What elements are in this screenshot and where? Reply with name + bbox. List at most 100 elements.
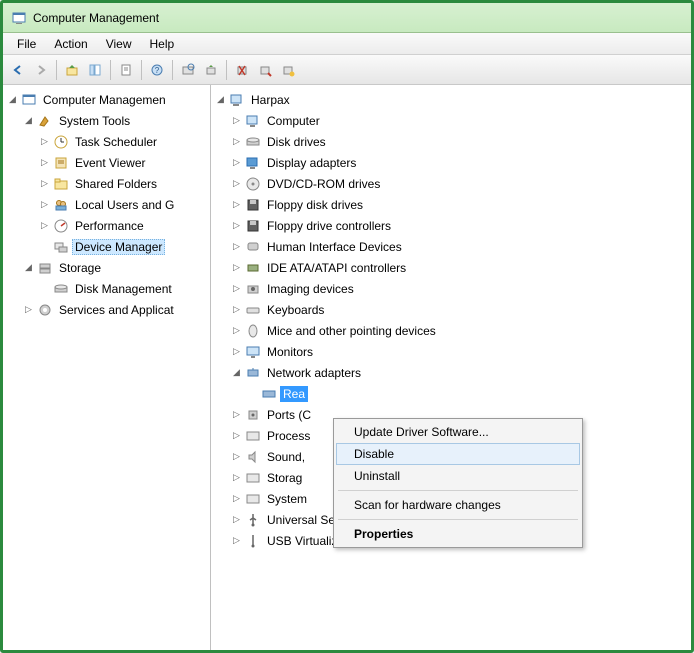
tree-label: Process bbox=[264, 428, 313, 444]
device-category[interactable]: ▷ Keyboards bbox=[231, 299, 691, 320]
toolbar-separator bbox=[172, 60, 173, 80]
expand-icon[interactable]: ▷ bbox=[231, 283, 242, 294]
expand-icon[interactable]: ▷ bbox=[231, 493, 242, 504]
menu-action[interactable]: Action bbox=[46, 35, 95, 53]
uninstall-button[interactable] bbox=[231, 59, 253, 81]
expand-icon[interactable]: ▷ bbox=[39, 199, 50, 210]
device-category[interactable]: ▷Computer bbox=[231, 110, 691, 131]
titlebar: Computer Management bbox=[3, 3, 691, 33]
expand-icon[interactable]: ▷ bbox=[231, 430, 242, 441]
menu-view[interactable]: View bbox=[98, 35, 140, 53]
tree-task-scheduler[interactable]: ▷ Task Scheduler bbox=[39, 131, 210, 152]
tree-label: Imaging devices bbox=[264, 281, 357, 297]
back-button[interactable] bbox=[7, 59, 29, 81]
device-icon bbox=[245, 344, 261, 360]
expand-icon[interactable]: ▷ bbox=[23, 304, 34, 315]
menu-file[interactable]: File bbox=[9, 35, 44, 53]
tree-label: Event Viewer bbox=[72, 155, 148, 171]
help-button[interactable]: ? bbox=[146, 59, 168, 81]
device-icon bbox=[245, 323, 261, 339]
expand-icon[interactable]: ▷ bbox=[39, 157, 50, 168]
device-icon bbox=[245, 512, 261, 528]
forward-button[interactable] bbox=[30, 59, 52, 81]
tree-performance[interactable]: ▷Performance bbox=[39, 215, 210, 236]
tree-shared-folders[interactable]: ▷Shared Folders bbox=[39, 173, 210, 194]
computer-management-icon bbox=[21, 92, 37, 108]
device-category[interactable]: ▷Mice and other pointing devices bbox=[231, 320, 691, 341]
tree-label: Disk drives bbox=[264, 134, 329, 150]
tree-disk-management[interactable]: ▷Disk Management bbox=[39, 278, 210, 299]
device-icon bbox=[245, 281, 261, 297]
device-category[interactable]: ▷Monitors bbox=[231, 341, 691, 362]
expand-icon[interactable]: ▷ bbox=[231, 136, 242, 147]
device-category[interactable]: ▷ Display adapters bbox=[231, 152, 691, 173]
device-icon bbox=[245, 302, 261, 318]
tree-local-users[interactable]: ▷ Local Users and G bbox=[39, 194, 210, 215]
up-button[interactable] bbox=[61, 59, 83, 81]
tree-services[interactable]: ▷ Services and Applicat bbox=[23, 299, 210, 320]
expand-icon[interactable]: ▷ bbox=[39, 178, 50, 189]
update-driver-button[interactable] bbox=[200, 59, 222, 81]
device-icon bbox=[245, 239, 261, 255]
cm-separator bbox=[338, 519, 578, 520]
enable-button[interactable] bbox=[277, 59, 299, 81]
expand-icon[interactable]: ▷ bbox=[39, 136, 50, 147]
collapse-icon[interactable]: ◢ bbox=[23, 115, 34, 126]
expand-icon[interactable]: ▷ bbox=[231, 178, 242, 189]
expand-icon[interactable]: ▷ bbox=[39, 220, 50, 231]
device-category[interactable]: ▷ Imaging devices bbox=[231, 278, 691, 299]
device-network-adapter-selected[interactable]: ▷Rea bbox=[247, 383, 691, 404]
device-root[interactable]: ◢ Harpax bbox=[215, 89, 691, 110]
tree-system-tools[interactable]: ◢ System Tools bbox=[23, 110, 210, 131]
expand-icon[interactable]: ▷ bbox=[231, 304, 242, 315]
users-icon bbox=[53, 197, 69, 213]
tree-storage[interactable]: ◢ Storage bbox=[23, 257, 210, 278]
device-category[interactable]: ▷IDE ATA/ATAPI controllers bbox=[231, 257, 691, 278]
expand-icon[interactable]: ▷ bbox=[231, 199, 242, 210]
device-category[interactable]: ◢Network adapters bbox=[231, 362, 691, 383]
cm-disable[interactable]: Disable bbox=[336, 443, 580, 465]
collapse-icon[interactable]: ◢ bbox=[231, 367, 242, 378]
device-category[interactable]: ▷DVD/CD-ROM drives bbox=[231, 173, 691, 194]
tree-label: Keyboards bbox=[264, 302, 327, 318]
expand-icon[interactable]: ▷ bbox=[231, 220, 242, 231]
expand-icon[interactable]: ▷ bbox=[231, 409, 242, 420]
toolbar-separator bbox=[110, 60, 111, 80]
collapse-icon[interactable]: ◢ bbox=[23, 262, 34, 273]
expand-icon[interactable]: ▷ bbox=[231, 325, 242, 336]
expand-icon[interactable]: ▷ bbox=[231, 451, 242, 462]
collapse-icon[interactable]: ◢ bbox=[215, 94, 226, 105]
device-category[interactable]: ▷Human Interface Devices bbox=[231, 236, 691, 257]
show-hide-tree-button[interactable] bbox=[84, 59, 106, 81]
expand-icon[interactable]: ▷ bbox=[231, 535, 242, 546]
menu-help[interactable]: Help bbox=[142, 35, 183, 53]
disable-button[interactable] bbox=[254, 59, 276, 81]
cm-update-driver[interactable]: Update Driver Software... bbox=[336, 421, 580, 443]
cm-uninstall[interactable]: Uninstall bbox=[336, 465, 580, 487]
device-category[interactable]: ▷Floppy drive controllers bbox=[231, 215, 691, 236]
expand-icon[interactable]: ▷ bbox=[231, 157, 242, 168]
expand-icon[interactable]: ▷ bbox=[231, 262, 242, 273]
services-icon bbox=[37, 302, 53, 318]
expand-icon[interactable]: ▷ bbox=[231, 514, 242, 525]
tree-label: Sound, bbox=[264, 449, 308, 465]
tree-label: Storage bbox=[56, 260, 104, 276]
expand-icon[interactable]: ▷ bbox=[231, 241, 242, 252]
expand-icon[interactable]: ▷ bbox=[231, 472, 242, 483]
collapse-icon[interactable]: ◢ bbox=[7, 94, 18, 105]
cm-scan-hardware[interactable]: Scan for hardware changes bbox=[336, 494, 580, 516]
tree-root-computer-management[interactable]: ◢ Computer Managemen bbox=[7, 89, 210, 110]
expand-icon[interactable]: ▷ bbox=[231, 346, 242, 357]
tree-label: Local Users and G bbox=[72, 197, 177, 213]
properties-button[interactable] bbox=[115, 59, 137, 81]
tree-label: Display adapters bbox=[264, 155, 359, 171]
device-category[interactable]: ▷ Disk drives bbox=[231, 131, 691, 152]
tree-device-manager[interactable]: ▷Device Manager bbox=[39, 236, 210, 257]
tree-event-viewer[interactable]: ▷ Event Viewer bbox=[39, 152, 210, 173]
tree-label: Computer Managemen bbox=[40, 92, 169, 108]
expand-icon[interactable]: ▷ bbox=[231, 115, 242, 126]
scan-hardware-button[interactable] bbox=[177, 59, 199, 81]
device-category[interactable]: ▷Floppy disk drives bbox=[231, 194, 691, 215]
tree-label: Task Scheduler bbox=[72, 134, 160, 150]
cm-properties[interactable]: Properties bbox=[336, 523, 580, 545]
